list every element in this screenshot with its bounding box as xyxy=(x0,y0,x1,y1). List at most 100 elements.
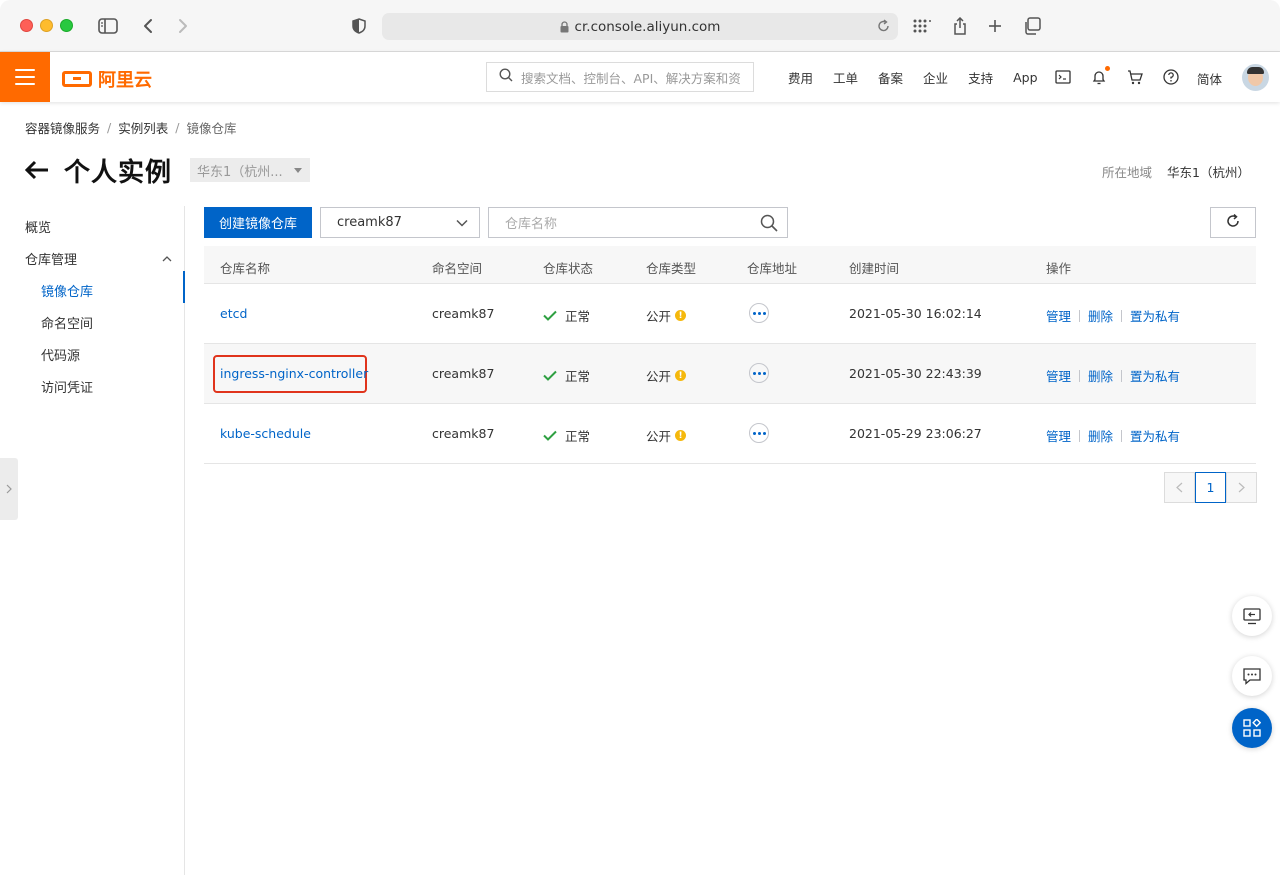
forward-icon[interactable] xyxy=(175,14,191,38)
expand-panel-handle[interactable] xyxy=(0,458,18,520)
repo-namespace: creamk87 xyxy=(432,426,495,441)
shield-icon[interactable] xyxy=(350,14,368,38)
warning-icon[interactable]: ! xyxy=(675,370,687,381)
aliyun-logo[interactable]: 阿里云 xyxy=(62,66,152,92)
warning-icon[interactable]: ! xyxy=(675,310,687,321)
bell-icon[interactable] xyxy=(1090,66,1110,86)
more-icon[interactable] xyxy=(749,303,769,323)
address-bar[interactable]: cr.console.aliyun.com xyxy=(382,13,898,40)
sidebar-item-code-sources[interactable]: 代码源 xyxy=(41,345,80,364)
chat-icon[interactable] xyxy=(1232,656,1272,696)
apps-icon[interactable] xyxy=(1232,708,1272,748)
nav-link-tickets[interactable]: 工单 xyxy=(833,68,858,87)
minimize-window-button[interactable] xyxy=(40,19,53,32)
sidebar-item-namespaces[interactable]: 命名空间 xyxy=(41,313,93,332)
global-search-input[interactable]: 搜索文档、控制台、API、解决方案和资 xyxy=(486,62,754,92)
caret-down-icon xyxy=(294,168,303,173)
region-label: 所在地域 xyxy=(1102,165,1153,180)
th-type: 仓库类型 xyxy=(646,261,697,276)
next-page-button[interactable] xyxy=(1226,472,1257,503)
sidebar-toggle-icon[interactable] xyxy=(97,14,119,38)
repo-name-link[interactable]: etcd xyxy=(220,306,247,321)
make-private-link[interactable]: 置为私有 xyxy=(1130,426,1180,445)
th-address: 仓库地址 xyxy=(747,261,798,276)
action-divider xyxy=(1121,429,1123,442)
page-number-button[interactable]: 1 xyxy=(1195,472,1226,503)
grid-icon[interactable] xyxy=(912,14,932,38)
instance-region-select[interactable]: 华东1（杭州... xyxy=(190,158,311,182)
action-divider xyxy=(1121,369,1123,382)
th-status: 仓库状态 xyxy=(543,261,594,276)
table-header: 仓库名称 命名空间 仓库状态 仓库类型 仓库地址 创建时间 操作 xyxy=(204,246,1256,284)
create-repo-button[interactable]: 创建镜像仓库 xyxy=(204,207,312,238)
repo-search-input[interactable]: 仓库名称 xyxy=(488,207,788,238)
manage-link[interactable]: 管理 xyxy=(1046,366,1071,385)
make-private-link[interactable]: 置为私有 xyxy=(1130,366,1180,385)
nav-link-enterprise[interactable]: 企业 xyxy=(923,68,948,87)
nav-link-icp[interactable]: 备案 xyxy=(878,68,903,87)
prev-page-button[interactable] xyxy=(1164,472,1195,503)
tab-overview-icon[interactable] xyxy=(1022,14,1042,38)
screen-cast-icon[interactable] xyxy=(1232,596,1272,636)
zoom-window-button[interactable] xyxy=(60,19,73,32)
nav-link-fees[interactable]: 费用 xyxy=(788,68,813,87)
chevron-up-icon[interactable] xyxy=(162,251,172,266)
delete-link[interactable]: 删除 xyxy=(1088,426,1113,445)
warning-icon[interactable]: ! xyxy=(675,430,687,441)
make-private-link[interactable]: 置为私有 xyxy=(1130,306,1180,325)
more-icon[interactable] xyxy=(749,423,769,443)
menu-icon[interactable] xyxy=(0,52,50,102)
help-icon[interactable] xyxy=(1162,68,1180,86)
row-actions: 管理 删除 置为私有 xyxy=(1046,366,1180,385)
search-icon[interactable] xyxy=(760,214,778,232)
more-icon[interactable] xyxy=(749,363,769,383)
repo-type-text: 公开 xyxy=(646,369,672,384)
lock-icon xyxy=(560,20,569,33)
notification-dot xyxy=(1105,66,1110,71)
th-actions: 操作 xyxy=(1046,261,1072,276)
sidebar: 概览 仓库管理 镜像仓库 命名空间 代码源 访问凭证 xyxy=(0,206,185,875)
topnav-links: 费用 工单 备案 企业 支持 App xyxy=(788,52,1058,102)
repo-status-text: 正常 xyxy=(565,369,591,384)
terminal-icon[interactable] xyxy=(1054,68,1072,86)
repo-status-text: 正常 xyxy=(565,309,591,324)
manage-link[interactable]: 管理 xyxy=(1046,306,1071,325)
sidebar-item-image-repos[interactable]: 镜像仓库 xyxy=(41,281,93,300)
share-icon[interactable] xyxy=(950,14,970,38)
repo-name-link[interactable]: ingress-nginx-controller xyxy=(220,366,368,381)
nav-link-app[interactable]: App xyxy=(1013,70,1037,85)
language-switch[interactable]: 简体 xyxy=(1197,69,1222,88)
repo-name-link[interactable]: kube-schedule xyxy=(220,426,311,441)
breadcrumb-separator: / xyxy=(107,120,112,135)
sidebar-item-overview[interactable]: 概览 xyxy=(25,217,51,236)
action-divider xyxy=(1079,429,1081,442)
delete-link[interactable]: 删除 xyxy=(1088,306,1113,325)
refresh-button[interactable] xyxy=(1210,207,1256,238)
breadcrumb-item-current: 镜像仓库 xyxy=(186,121,237,136)
nav-link-support[interactable]: 支持 xyxy=(968,68,993,87)
back-arrow-icon[interactable] xyxy=(24,159,50,181)
sidebar-item-credentials[interactable]: 访问凭证 xyxy=(41,377,93,396)
reload-icon[interactable] xyxy=(877,19,890,37)
close-window-button[interactable] xyxy=(20,19,33,32)
namespace-select[interactable]: creamk87 xyxy=(320,207,480,238)
breadcrumb-separator: / xyxy=(175,120,180,135)
breadcrumb-item-cr-service[interactable]: 容器镜像服务 xyxy=(25,118,100,137)
new-tab-icon[interactable] xyxy=(985,14,1005,38)
delete-link[interactable]: 删除 xyxy=(1088,366,1113,385)
breadcrumb-item-instances[interactable]: 实例列表 xyxy=(118,118,168,137)
action-divider xyxy=(1121,309,1123,322)
back-icon[interactable] xyxy=(140,14,156,38)
repo-namespace: creamk87 xyxy=(432,366,495,381)
region-info: 所在地域 华东1（杭州） xyxy=(1102,162,1250,181)
sidebar-group-repo-mgmt[interactable]: 仓库管理 xyxy=(25,249,77,268)
repo-status: 正常 xyxy=(543,426,590,445)
cart-icon[interactable] xyxy=(1126,68,1144,86)
manage-link[interactable]: 管理 xyxy=(1046,426,1071,445)
search-placeholder: 搜索文档、控制台、API、解决方案和资 xyxy=(521,70,741,86)
avatar[interactable] xyxy=(1242,64,1269,91)
th-namespace: 命名空间 xyxy=(432,261,483,276)
repo-created: 2021-05-30 16:02:14 xyxy=(849,306,982,321)
table-row: kube-schedule creamk87 正常 公开 ! 2021-05-2… xyxy=(204,404,1256,464)
instance-region-value: 华东1（杭州... xyxy=(197,164,283,180)
